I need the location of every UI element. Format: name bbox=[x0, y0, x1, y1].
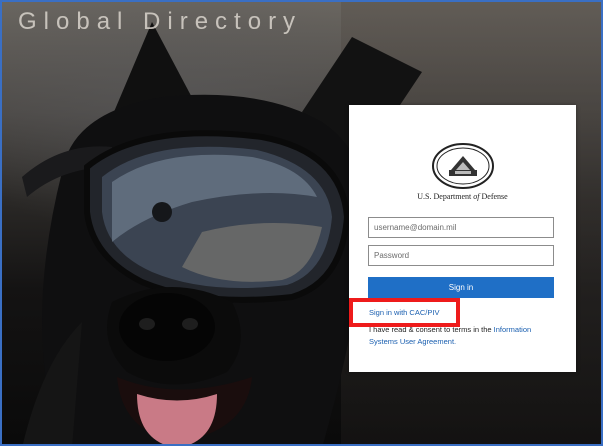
organization-name: U.S. Department of Defense bbox=[349, 192, 576, 201]
sign-in-button[interactable]: Sign in bbox=[368, 277, 554, 298]
organization-of: of bbox=[473, 192, 480, 201]
consent-notice: I have read & consent to terms in the In… bbox=[369, 324, 559, 348]
password-input[interactable] bbox=[368, 245, 554, 266]
annotation-highlight-box bbox=[349, 298, 460, 327]
login-card: U.S. Department of Defense Sign in Sign … bbox=[349, 105, 576, 372]
page-title: Global Directory bbox=[18, 8, 303, 35]
app-window: Global Directory U.S. Department of Defe… bbox=[0, 0, 603, 446]
organization-prefix: U.S. Department bbox=[417, 192, 472, 201]
organization-suffix: Defense bbox=[481, 192, 508, 201]
pentagon-seal-icon bbox=[432, 143, 494, 189]
username-input[interactable] bbox=[368, 217, 554, 238]
